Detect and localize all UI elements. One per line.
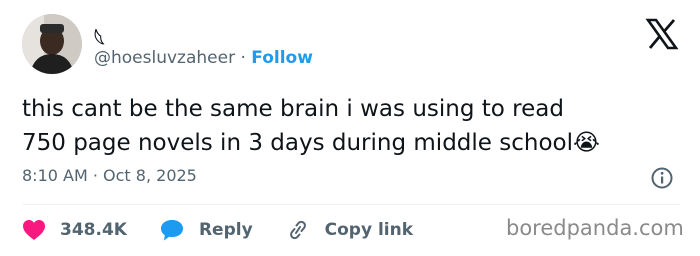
- tweet-actions: 348.4K Reply Copy link: [22, 216, 445, 244]
- timestamp-separator: ·: [87, 166, 104, 185]
- copy-link-label: Copy link: [324, 220, 414, 240]
- author-handle-line: @hoesluvzaheer · Follow: [94, 48, 313, 72]
- tweet-timestamp[interactable]: 8:10 AM · Oct 8, 2025: [22, 166, 197, 190]
- heart-icon: [23, 220, 45, 240]
- info-icon[interactable]: [650, 166, 674, 190]
- author-display-name[interactable]: 𓆩: [94, 22, 105, 51]
- tweet-time: 8:10 AM: [22, 166, 88, 185]
- divider: [22, 204, 680, 205]
- tweet-date: Oct 8, 2025: [103, 166, 197, 185]
- author-handle[interactable]: @hoesluvzaheer: [94, 48, 235, 68]
- like-count: 348.4K: [60, 220, 127, 240]
- crying-emoji-icon: 😭: [572, 130, 600, 156]
- link-icon: [289, 220, 306, 240]
- follow-button[interactable]: Follow: [251, 48, 313, 68]
- tweet-text-line-2: 750 page novels in 3 days during middle …: [22, 126, 677, 160]
- tweet-text-line-2-text: 750 page novels in 3 days during middle …: [22, 130, 573, 156]
- x-logo-icon[interactable]: [645, 18, 679, 50]
- watermark: boredpanda.com: [506, 216, 684, 240]
- tweet-text: this cant be the same brain i was using …: [22, 92, 677, 160]
- avatar[interactable]: [22, 14, 82, 74]
- like-button[interactable]: 348.4K: [22, 219, 127, 241]
- copy-link-button[interactable]: Copy link: [285, 218, 413, 242]
- reply-label: Reply: [198, 220, 253, 240]
- reply-bubble-icon: [160, 220, 183, 241]
- avatar-image: [22, 14, 82, 74]
- handle-separator: ·: [235, 48, 252, 68]
- reply-button[interactable]: Reply: [159, 218, 253, 242]
- tweet-text-line-1: this cant be the same brain i was using …: [22, 96, 564, 122]
